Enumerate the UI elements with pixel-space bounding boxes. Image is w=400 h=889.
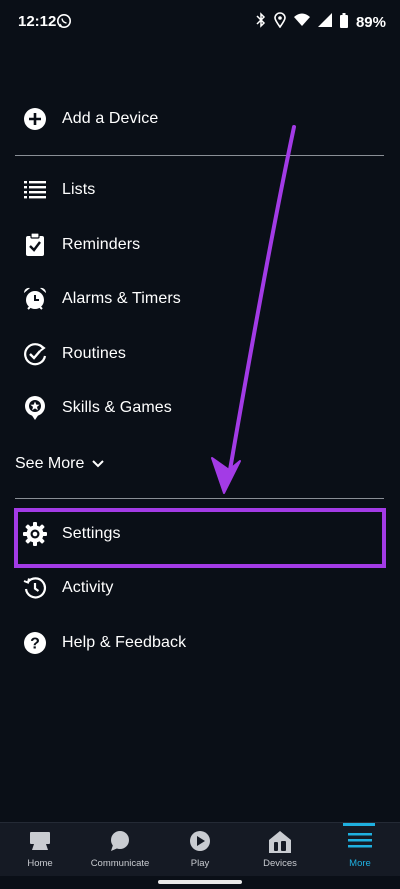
devices-icon [268,830,292,859]
status-icons: 89% [256,12,386,32]
nav-label: Devices [263,858,297,869]
chat-icon [109,830,131,857]
see-more-label: See More [15,455,85,472]
menu-item-help[interactable]: ? Help & Feedback [0,616,400,670]
menu-item-alarms[interactable]: Alarms & Timers [0,272,400,326]
menu-item-skills[interactable]: Skills & Games [0,381,400,435]
menu-item-label: Reminders [62,236,141,253]
alarm-icon [22,286,48,312]
nav-devices[interactable]: Devices [240,823,320,877]
nav-more[interactable]: More [320,823,400,877]
location-icon [274,12,286,32]
divider [15,155,384,156]
nav-label: Play [190,858,210,869]
nav-label: More [349,858,371,869]
skills-icon [22,395,48,421]
menu-icon [348,830,372,855]
chevron-down-icon [92,455,105,473]
menu-item-label: Skills & Games [62,399,172,416]
whatsapp-icon [56,13,72,34]
nav-label: Communicate [90,858,150,869]
nav-home[interactable]: Home [0,823,80,877]
nav-communicate[interactable]: Communicate [80,823,160,877]
menu-item-label: Lists [62,181,96,198]
status-time: 12:12 [18,13,57,30]
active-tab-indicator [343,823,375,826]
menu-item-label: Alarms & Timers [62,290,181,307]
history-icon [22,575,48,601]
menu-item-activity[interactable]: Activity [0,561,400,615]
menu-item-settings[interactable]: Settings [0,507,400,561]
battery-percent: 89% [355,13,386,31]
svg-text:?: ? [30,636,40,653]
menu-item-reminders[interactable]: Reminders [0,218,400,272]
menu-item-label: Help & Feedback [62,634,187,651]
clipboard-check-icon [22,232,48,258]
help-icon: ? [22,630,48,656]
menu-item-routines[interactable]: Routines [0,327,400,381]
bluetooth-icon [256,12,266,32]
home-icon [29,830,51,857]
menu-item-label: Routines [62,345,126,362]
menu-item-label: Settings [62,525,121,542]
see-more-button[interactable]: See More [15,451,105,477]
signal-icon [317,13,332,31]
bottom-navigation: Home Communicate Play Devices More [0,822,400,877]
gesture-bar [0,876,400,889]
battery-icon [339,12,348,32]
add-circle-icon [22,106,48,132]
wifi-icon [293,13,310,31]
add-device-label: Add a Device [62,110,159,127]
routines-icon [22,341,48,367]
home-gesture-pill[interactable] [158,880,242,884]
play-icon [189,830,211,857]
add-device-item[interactable]: Add a Device [0,92,400,146]
nav-play[interactable]: Play [160,823,240,877]
gear-icon [22,521,48,547]
list-icon [22,177,48,203]
nav-label: Home [27,858,53,869]
menu-item-lists[interactable]: Lists [0,163,400,217]
menu-item-label: Activity [62,579,114,596]
divider [15,498,384,499]
status-bar: 12:12 89% [0,0,400,44]
